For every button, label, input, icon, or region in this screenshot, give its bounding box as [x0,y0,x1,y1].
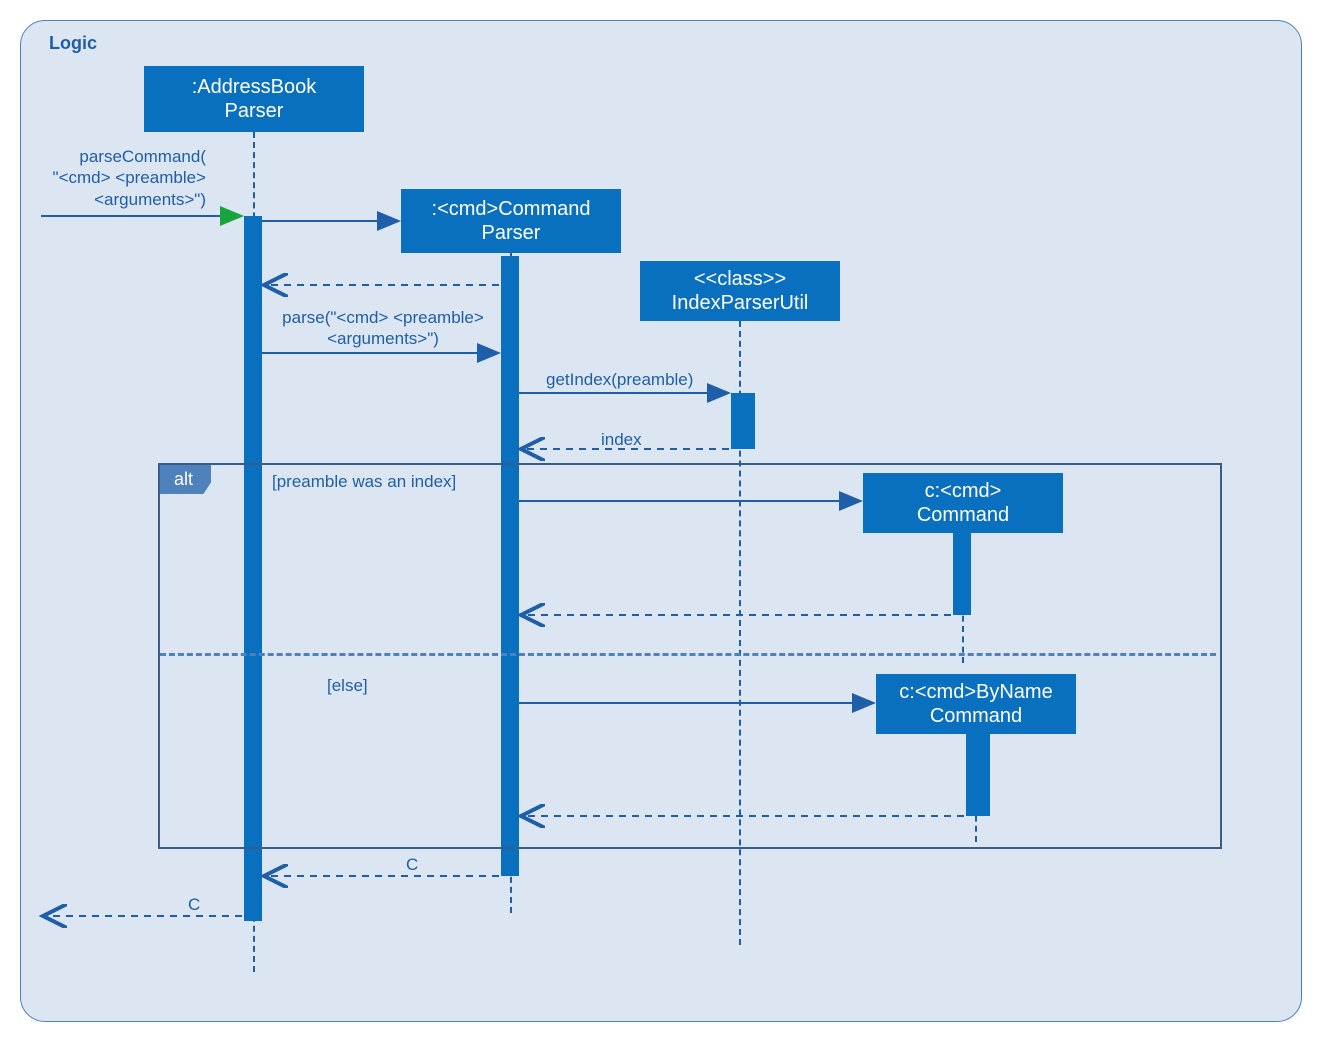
participant-label: :<cmd>Command Parser [405,197,617,245]
msg-return-c1: C [406,854,418,875]
msg-get-index: getIndex(preamble) [546,369,693,390]
msg-parse-command: parseCommand( "<cmd> <preamble> <argumen… [36,146,206,210]
participant-cmd-command-parser: :<cmd>Command Parser [401,189,621,253]
alt-label: alt [160,465,211,494]
participant-label: :AddressBook Parser [148,75,360,123]
msg-index: index [601,429,642,450]
frame-label: Logic [49,33,97,54]
alt-fragment: alt [158,463,1222,849]
msg-parse: parse("<cmd> <preamble> <arguments>") [273,307,493,350]
logic-frame: Logic :AddressBook Parser :<cmd>Command … [20,20,1302,1022]
guard-index: [preamble was an index] [272,471,456,492]
alt-divider [160,653,1216,656]
activation-index-util [731,393,755,449]
guard-else: [else] [327,675,368,696]
participant-addressbook-parser: :AddressBook Parser [144,66,364,132]
participant-index-parser-util: <<class>> IndexParserUtil [640,261,840,321]
participant-label: <<class>> IndexParserUtil [644,267,836,315]
msg-return-c2: C [188,894,200,915]
